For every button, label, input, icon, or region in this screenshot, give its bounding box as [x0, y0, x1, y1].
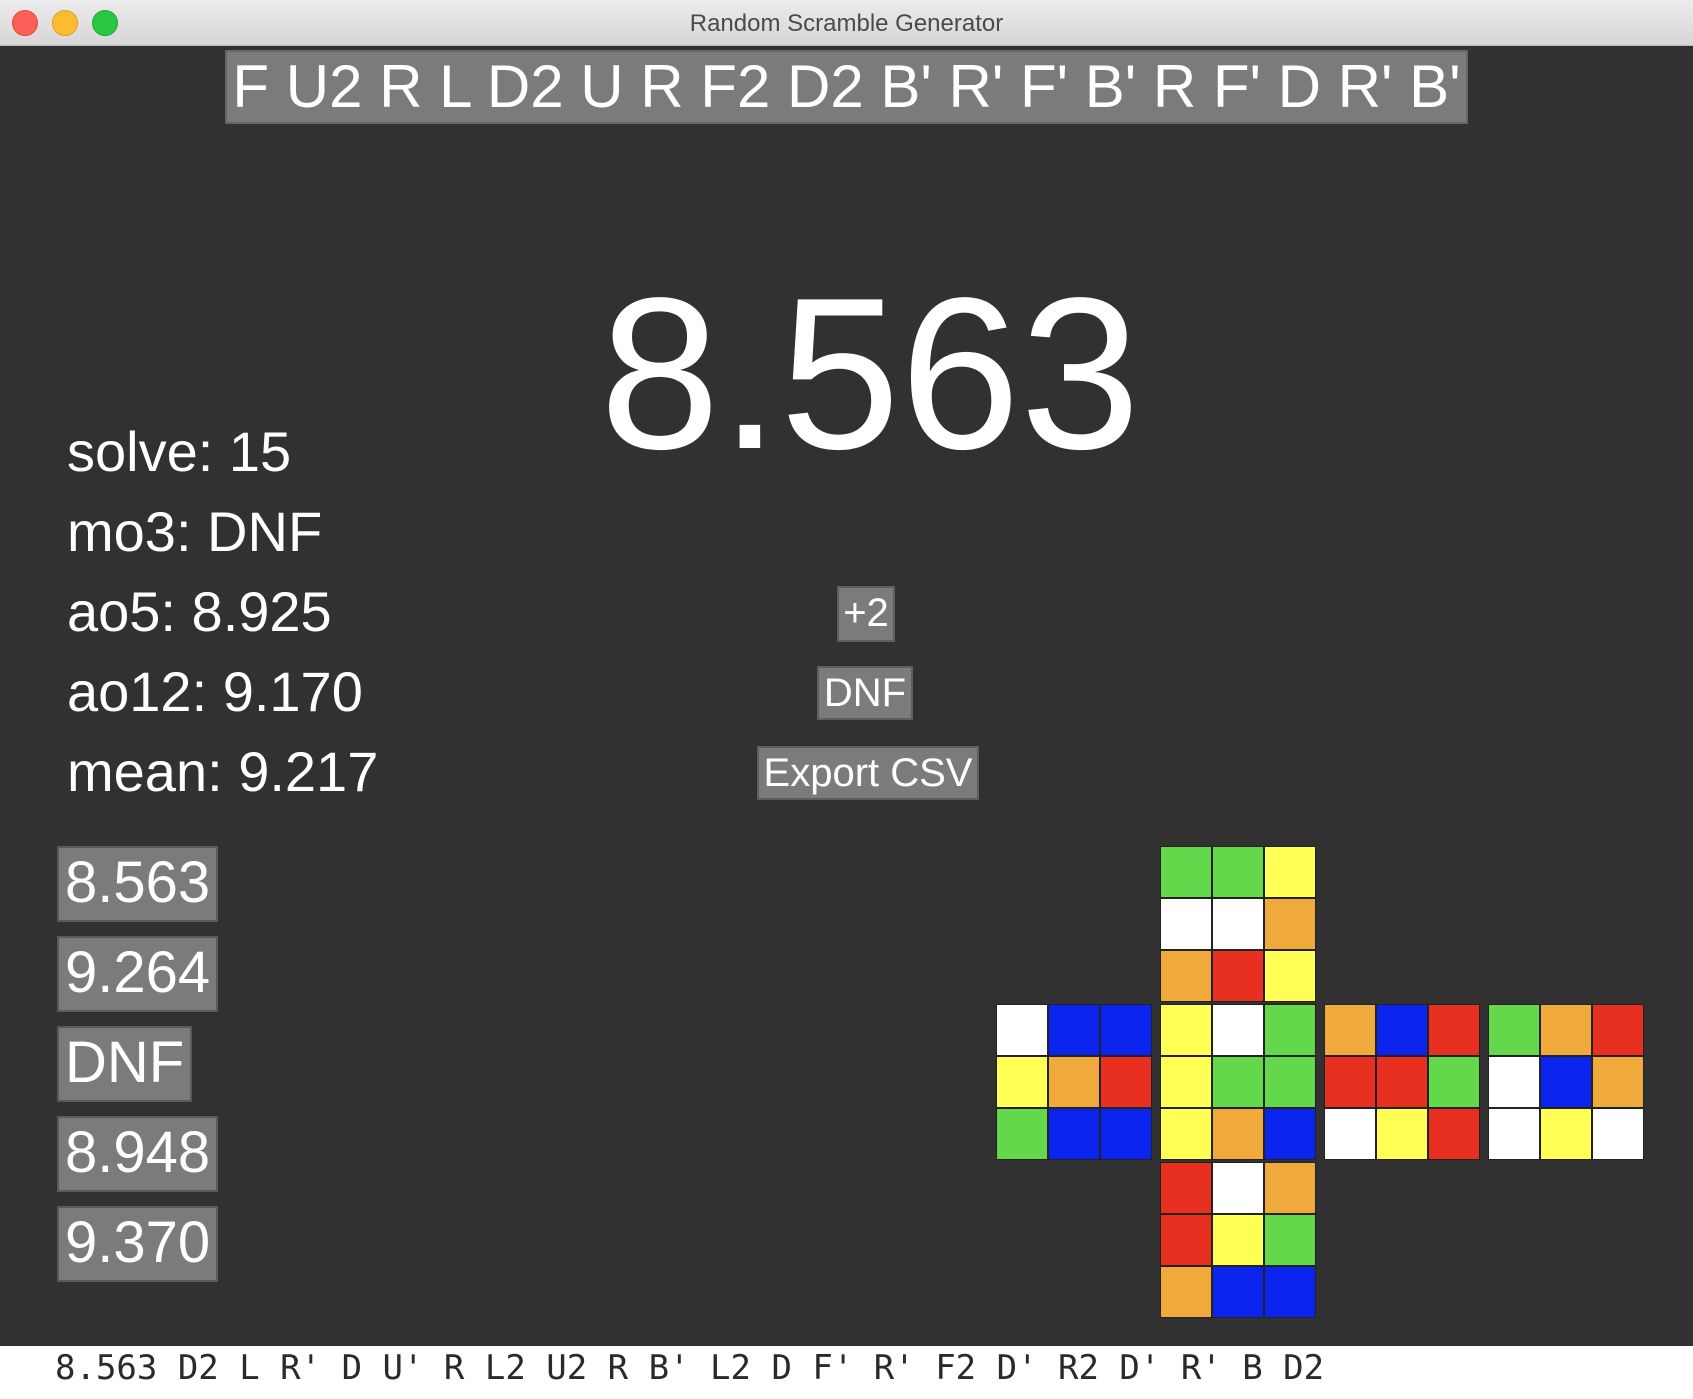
cube-sticker [1212, 898, 1264, 950]
cube-sticker [1428, 1004, 1480, 1056]
cube-sticker [1324, 1056, 1376, 1108]
cube-sticker [1100, 1056, 1152, 1108]
cube-sticker [1212, 1108, 1264, 1160]
history-item[interactable]: DNF [57, 1026, 193, 1102]
cube-sticker [1160, 950, 1212, 1002]
cube-sticker [1100, 1108, 1152, 1160]
export-csv-button[interactable]: Export CSV [757, 746, 979, 800]
solve-history-list: 8.563 9.264 DNF 8.948 9.370 [57, 846, 219, 1296]
cube-sticker [1212, 1214, 1264, 1266]
cube-sticker [1264, 1056, 1316, 1108]
window-title: Random Scramble Generator [689, 10, 1004, 37]
cube-sticker [1324, 1004, 1376, 1056]
scramble-display[interactable]: F U2 R L D2 U R F2 D2 B' R' F' B' R F' D… [225, 50, 1468, 124]
cube-sticker [1376, 1004, 1428, 1056]
cube-sticker [1540, 1056, 1592, 1108]
cube-sticker [1160, 898, 1212, 950]
cube-sticker [1048, 1108, 1100, 1160]
cube-sticker [1264, 1004, 1316, 1056]
title-bar: Random Scramble Generator [0, 0, 1693, 46]
cube-sticker [1592, 1056, 1644, 1108]
cube-sticker [1592, 1108, 1644, 1160]
history-item[interactable]: 8.563 [57, 846, 219, 922]
cube-sticker [1100, 1004, 1152, 1056]
cube-sticker [1160, 846, 1212, 898]
cube-sticker [1264, 1108, 1316, 1160]
cube-sticker [1048, 1056, 1100, 1108]
cube-sticker [1160, 1108, 1212, 1160]
cube-sticker [1160, 1004, 1212, 1056]
cube-sticker [1212, 950, 1264, 1002]
cube-sticker [1160, 1162, 1212, 1214]
history-item[interactable]: 8.948 [57, 1116, 219, 1192]
cube-sticker [1212, 1004, 1264, 1056]
cube-face-back [1488, 1004, 1644, 1160]
plus2-button[interactable]: +2 [837, 586, 895, 642]
stat-mo3: mo3: DNF [67, 500, 323, 563]
cube-sticker [1264, 1266, 1316, 1318]
cube-sticker [1160, 1266, 1212, 1318]
cube-sticker [1160, 1214, 1212, 1266]
cube-sticker [1212, 1266, 1264, 1318]
cube-sticker [1160, 1056, 1212, 1108]
stat-mean: mean: 9.217 [67, 740, 379, 803]
cube-sticker [1212, 1056, 1264, 1108]
stat-ao5: ao5: 8.925 [67, 580, 332, 643]
cube-sticker [1540, 1108, 1592, 1160]
cube-sticker [1428, 1108, 1480, 1160]
dnf-button[interactable]: DNF [817, 666, 913, 720]
cube-sticker [1376, 1108, 1428, 1160]
cube-sticker [1264, 846, 1316, 898]
cube-sticker [996, 1108, 1048, 1160]
main-area: F U2 R L D2 U R F2 D2 B' R' F' B' R F' D… [0, 46, 1693, 1346]
cube-sticker [1428, 1056, 1480, 1108]
timer-display: 8.563 [599, 252, 1141, 494]
cube-sticker [1376, 1056, 1428, 1108]
cube-sticker [1488, 1056, 1540, 1108]
cube-sticker [1048, 1004, 1100, 1056]
cube-face-left [996, 1004, 1152, 1160]
cube-sticker [1488, 1108, 1540, 1160]
cube-sticker [1264, 950, 1316, 1002]
cube-sticker [1324, 1108, 1376, 1160]
cube-face-right [1324, 1004, 1480, 1160]
cube-sticker [1264, 1214, 1316, 1266]
history-item[interactable]: 9.264 [57, 936, 219, 1012]
cube-sticker [1264, 1162, 1316, 1214]
cube-sticker [996, 1056, 1048, 1108]
cube-sticker [1212, 846, 1264, 898]
cube-sticker [1264, 898, 1316, 950]
cube-face-down [1160, 1162, 1316, 1318]
cube-sticker [1488, 1004, 1540, 1056]
cube-sticker [1212, 1162, 1264, 1214]
stats-panel: solve: 15 mo3: DNF ao5: 8.925 ao12: 9.17… [67, 412, 378, 812]
history-item[interactable]: 9.370 [57, 1206, 219, 1282]
cube-sticker [1592, 1004, 1644, 1056]
stat-ao12: ao12: 9.170 [67, 660, 363, 723]
stat-solve-count: solve: 15 [67, 420, 292, 483]
cube-face-front [1160, 1004, 1316, 1160]
cube-face-up [1160, 846, 1316, 1002]
cube-sticker [996, 1004, 1048, 1056]
cube-sticker [1540, 1004, 1592, 1056]
status-line: 8.563 D2 L R' D U' R L2 U2 R B' L2 D F' … [0, 1346, 1693, 1399]
